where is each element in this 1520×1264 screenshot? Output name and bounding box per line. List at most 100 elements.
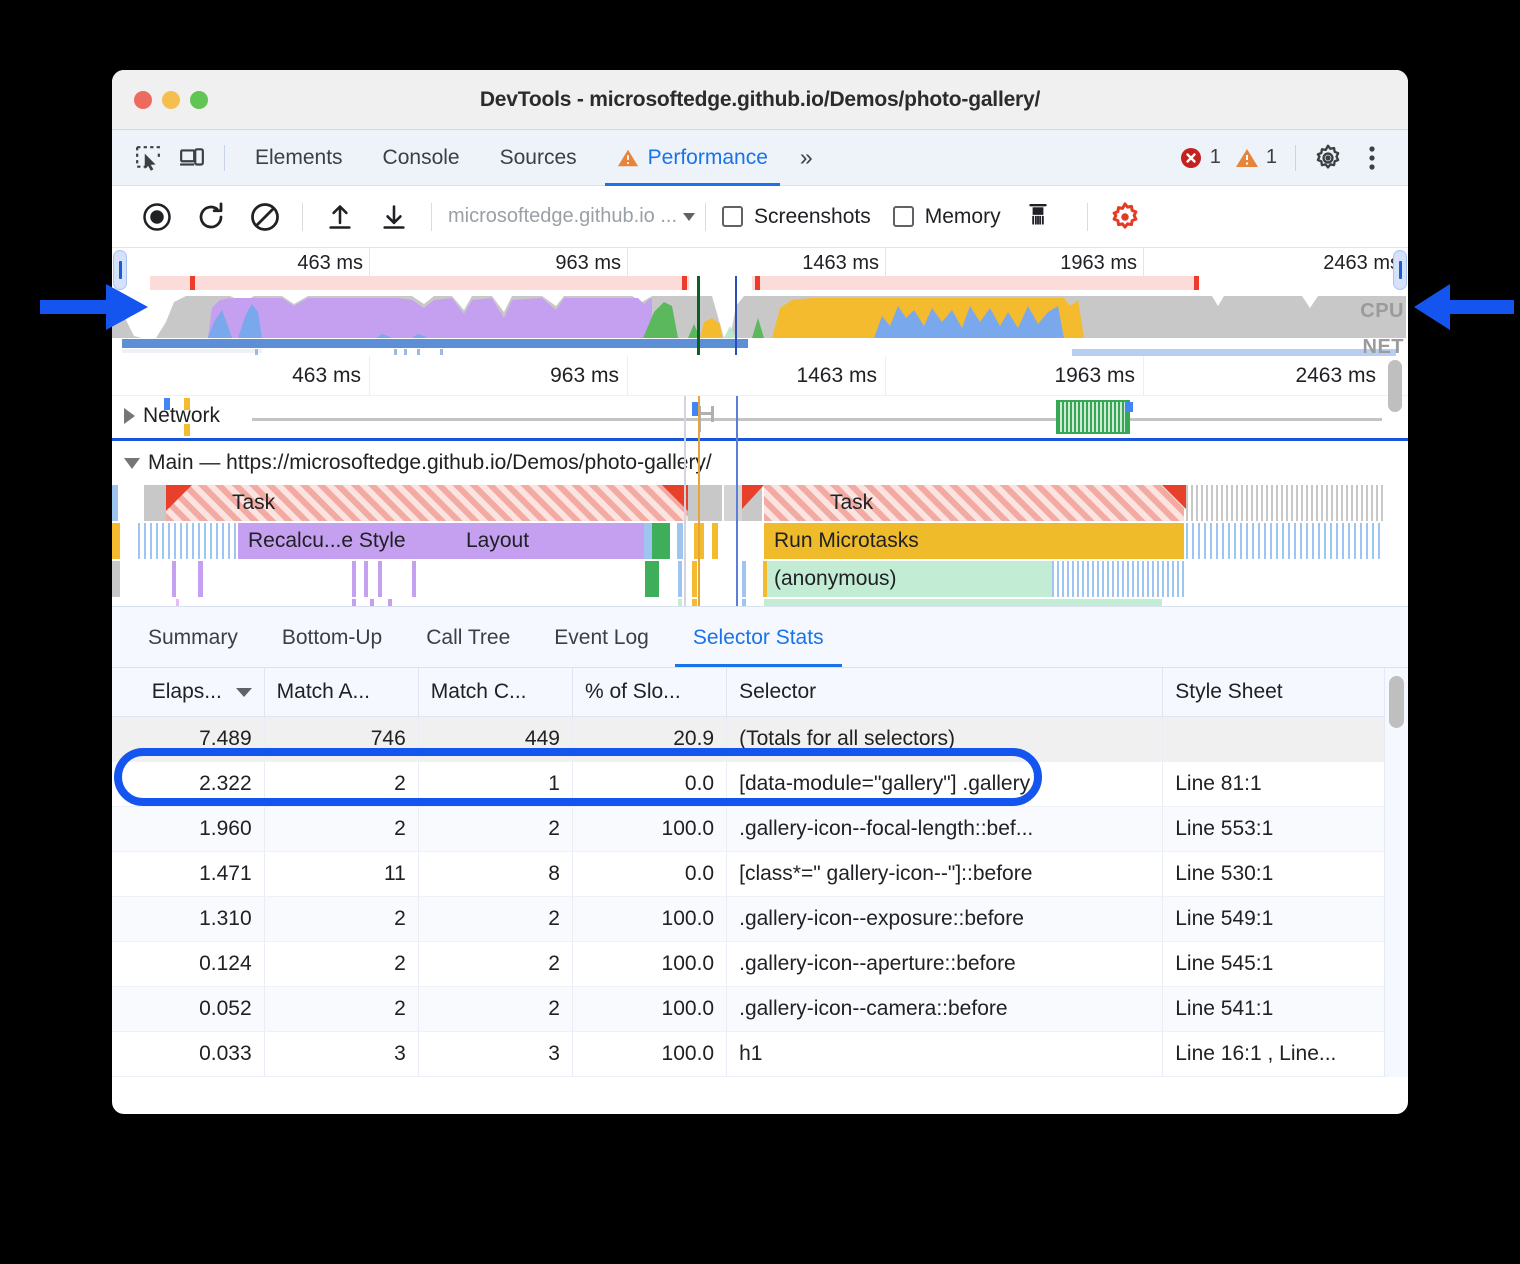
cell-selector: .gallery-icon--focal-length::bef...: [727, 807, 1163, 852]
table-header-row: Elaps... Match A... Match C... % of Slo.…: [112, 668, 1391, 717]
table-row[interactable]: 0.12422100.0.gallery-icon--aperture::bef…: [112, 942, 1391, 987]
table-row[interactable]: 1.4711180.0[class*=" gallery-icon--"]::b…: [112, 852, 1391, 897]
record-icon[interactable]: [130, 195, 184, 239]
overview-tick: 2463 ms: [1144, 248, 1406, 278]
flame-bar-task-right[interactable]: Task: [764, 485, 1184, 521]
cell-elapsed: 7.489: [112, 717, 264, 762]
error-count-badge[interactable]: 1: [1179, 146, 1221, 170]
tab-bottom-up[interactable]: Bottom-Up: [260, 609, 404, 667]
tab-performance[interactable]: Performance: [597, 130, 788, 186]
left-annotation-arrow: [40, 282, 150, 332]
download-profile-icon[interactable]: [367, 195, 421, 239]
tab-sources-label: Sources: [500, 146, 577, 170]
main-track-row[interactable]: Main — https://microsoftedge.github.io/D…: [112, 438, 1408, 606]
upload-profile-icon[interactable]: [313, 195, 367, 239]
flame-bar-layout[interactable]: Layout: [456, 523, 644, 559]
screenshots-checkbox[interactable]: Screenshots: [722, 205, 871, 229]
timeline-overview[interactable]: 463 ms 963 ms 1463 ms 1963 ms 2463 ms: [112, 248, 1408, 356]
tab-console[interactable]: Console: [363, 130, 480, 186]
collect-garbage-icon[interactable]: [1011, 195, 1065, 239]
screenshots-checkbox-box[interactable]: [722, 206, 743, 227]
flame-bar-task-left[interactable]: Task: [166, 485, 688, 521]
column-header-pct-slow[interactable]: % of Slo...: [572, 668, 726, 717]
network-track-row[interactable]: Network: [112, 396, 1408, 438]
warning-count-badge[interactable]: 1: [1235, 146, 1277, 170]
table-row[interactable]: 1.31022100.0.gallery-icon--exposure::bef…: [112, 897, 1391, 942]
stylesheet-link[interactable]: Line 545:1: [1175, 952, 1273, 975]
stylesheet-link[interactable]: Line 549:1: [1175, 907, 1273, 930]
memory-checkbox[interactable]: Memory: [893, 205, 1001, 229]
cell-selector: .gallery-icon--camera::before: [727, 987, 1163, 1032]
column-header-elapsed[interactable]: Elaps...: [112, 668, 264, 717]
recording-url-select[interactable]: microsoftedge.github.io ...: [448, 205, 695, 228]
minimize-window-button[interactable]: [162, 91, 180, 109]
column-header-selector[interactable]: Selector: [727, 668, 1163, 717]
tab-selector-stats[interactable]: Selector Stats: [671, 609, 846, 667]
dom-content-loaded-marker: [697, 276, 700, 355]
inspect-element-icon[interactable]: [126, 138, 170, 178]
cpu-activity-chart: [112, 292, 1406, 338]
main-track-header[interactable]: Main — https://microsoftedge.github.io/D…: [112, 441, 1408, 485]
cell-match-count: 2: [418, 897, 572, 942]
overview-tick-label: 2463 ms: [1323, 252, 1400, 275]
tracks-scrollbar-thumb-top[interactable]: [1388, 360, 1402, 412]
window-controls[interactable]: [134, 91, 208, 109]
table-row[interactable]: 0.05222100.0.gallery-icon--camera::befor…: [112, 987, 1391, 1032]
flame-bar-run-microtasks[interactable]: Run Microtasks: [764, 523, 1184, 559]
tab-elements[interactable]: Elements: [235, 130, 363, 186]
tab-summary[interactable]: Summary: [126, 609, 260, 667]
stylesheet-link[interactable]: Line 530:1: [1175, 862, 1273, 885]
overview-window-right-handle[interactable]: [1393, 250, 1407, 290]
flame-bar-populate-gallery[interactable]: populateGallery: [764, 599, 1162, 606]
selector-stats-table-wrapper[interactable]: Elaps... Match A... Match C... % of Slo.…: [112, 668, 1408, 1077]
column-header-label: Style Sheet: [1175, 680, 1282, 703]
gear-icon[interactable]: [1306, 138, 1350, 178]
stylesheet-link[interactable]: Line 81:1: [1175, 772, 1261, 795]
timeline-tick-label: 1963 ms: [1054, 364, 1135, 388]
tab-event-log[interactable]: Event Log: [532, 609, 671, 667]
kebab-menu-icon[interactable]: [1350, 138, 1394, 178]
timeline-tick-label: 1463 ms: [796, 364, 877, 388]
table-scrollbar-thumb[interactable]: [1389, 676, 1404, 728]
table-row[interactable]: 2.322210.0[data-module="gallery"] .galle…: [112, 762, 1391, 807]
table-row[interactable]: 0.03333100.0h1Line 16:1 , Line...: [112, 1032, 1391, 1077]
column-header-style-sheet[interactable]: Style Sheet: [1163, 668, 1391, 717]
cell-selector: [data-module="gallery"] .gallery: [727, 762, 1163, 807]
close-window-button[interactable]: [134, 91, 152, 109]
more-tabs-chevron-icon[interactable]: »: [788, 144, 822, 171]
maximize-window-button[interactable]: [190, 91, 208, 109]
column-header-match-attempts[interactable]: Match A...: [264, 668, 418, 717]
stylesheet-link[interactable]: Line...: [1279, 1042, 1336, 1065]
network-track-header[interactable]: Network: [112, 396, 1408, 436]
memory-checkbox-box[interactable]: [893, 206, 914, 227]
flame-bar-recalculate-style[interactable]: Recalcu...e Style: [238, 523, 456, 559]
cell-match-count: 2: [418, 987, 572, 1032]
cell-selector: (Totals for all selectors): [727, 717, 1163, 762]
clear-icon[interactable]: [238, 195, 292, 239]
cell-elapsed: 0.124: [112, 942, 264, 987]
cell-pct-slow: 100.0: [572, 897, 726, 942]
table-row[interactable]: 7.48974644920.9(Totals for all selectors…: [112, 717, 1391, 762]
column-header-match-count[interactable]: Match C...: [418, 668, 572, 717]
timeline-tracks[interactable]: 463 ms 963 ms 1463 ms 1963 ms 2463 ms Ne…: [112, 356, 1408, 606]
table-row[interactable]: 1.96022100.0.gallery-icon--focal-length:…: [112, 807, 1391, 852]
column-header-label: Match A...: [277, 680, 370, 703]
cell-style-sheet: Line 81:1: [1163, 762, 1391, 807]
flame-bar-label: Task: [774, 491, 873, 515]
device-toolbar-icon[interactable]: [170, 138, 214, 178]
window-title: DevTools - microsoftedge.github.io/Demos…: [112, 88, 1408, 112]
stylesheet-link[interactable]: Line 16:1: [1175, 1042, 1261, 1065]
cell-elapsed: 1.960: [112, 807, 264, 852]
tab-call-tree[interactable]: Call Tree: [404, 609, 532, 667]
tab-bottom-up-label: Bottom-Up: [282, 626, 382, 650]
table-scrollbar-track[interactable]: [1384, 668, 1408, 1077]
stylesheet-link[interactable]: Line 553:1: [1175, 817, 1273, 840]
error-count-value: 1: [1210, 146, 1221, 169]
collapse-triangle-icon[interactable]: [124, 458, 140, 469]
reload-and-record-icon[interactable]: [184, 195, 238, 239]
column-header-label: Selector: [739, 680, 816, 703]
expand-triangle-icon[interactable]: [124, 408, 135, 424]
tab-sources[interactable]: Sources: [480, 130, 597, 186]
capture-settings-gear-icon[interactable]: [1098, 195, 1152, 239]
stylesheet-link[interactable]: Line 541:1: [1175, 997, 1273, 1020]
